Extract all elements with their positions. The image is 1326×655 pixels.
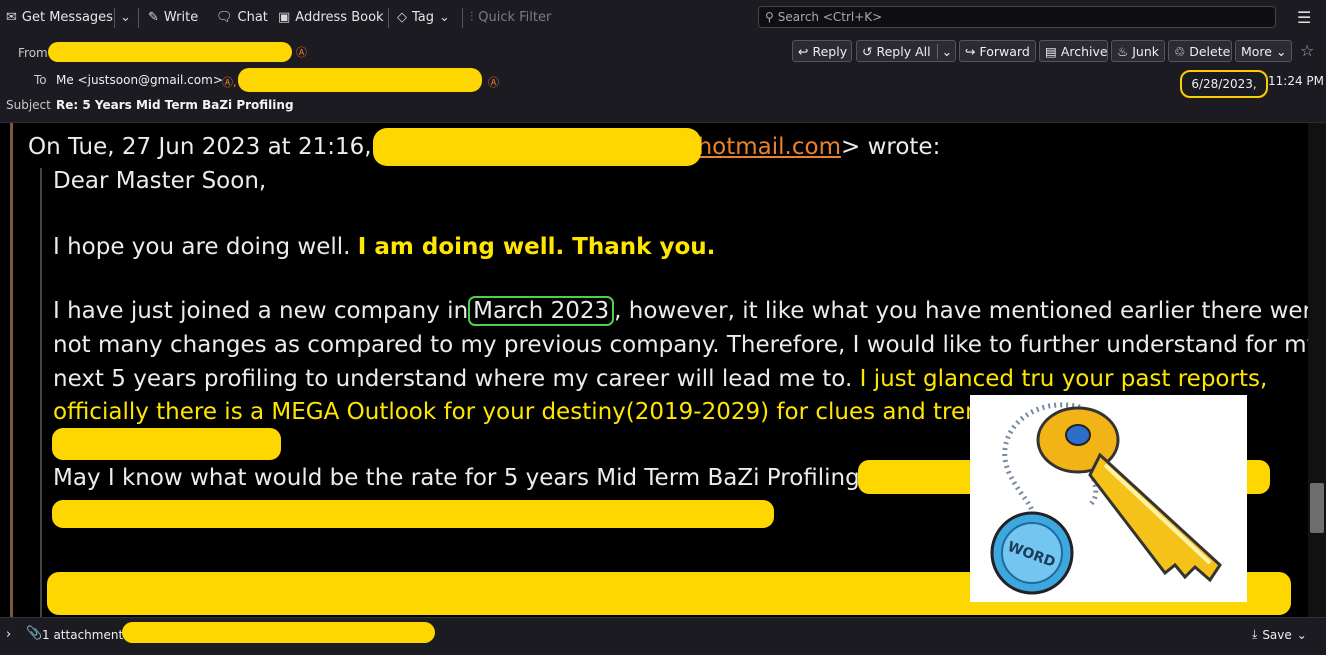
redacted-attachment-name bbox=[122, 622, 435, 643]
save-attachment-button[interactable]: ⤓ Save ⌄ bbox=[1252, 627, 1307, 642]
vertical-scrollbar[interactable] bbox=[1308, 123, 1326, 617]
junk-button[interactable]: ♨ Junk bbox=[1111, 40, 1165, 62]
paperclip-icon: 📎 bbox=[26, 626, 43, 641]
write-button[interactable]: ✎ Write bbox=[148, 10, 198, 25]
chat-button[interactable]: 🗨 Chat bbox=[216, 10, 268, 25]
forward-icon: ↪ bbox=[965, 43, 976, 59]
quick-filter-button[interactable]: ⫶ Quick Filter bbox=[470, 10, 551, 25]
attachment-label[interactable]: 1 attachment: bbox=[42, 628, 127, 642]
email-link[interactable]: hotmail.com bbox=[698, 134, 841, 160]
main-toolbar: ✉ Get Messages ⌄ ✎ Write 🗨 Chat ▣ Addres… bbox=[0, 0, 1326, 39]
chat-bubble-icon: 🗨 bbox=[216, 10, 233, 25]
search-input[interactable]: ⚲ Search <Ctrl+K> bbox=[758, 6, 1276, 28]
get-messages-dropdown[interactable]: ⌄ bbox=[120, 10, 131, 25]
inbox-download-icon: ✉ bbox=[6, 10, 17, 25]
redacted-text bbox=[52, 500, 774, 528]
more-button[interactable]: More ⌄ bbox=[1235, 40, 1292, 62]
tag-icon: ◇ bbox=[397, 10, 407, 25]
star-icon[interactable]: ☆ bbox=[1300, 41, 1314, 60]
menu-icon[interactable]: ☰ bbox=[1297, 8, 1311, 27]
address-book-button[interactable]: ▣ Address Book bbox=[278, 10, 384, 25]
from-label: From bbox=[18, 46, 48, 60]
reply-button[interactable]: ↩ Reply bbox=[792, 40, 852, 62]
question-line: May I know what would be the rate for 5 … bbox=[53, 465, 872, 491]
quote-bar bbox=[10, 123, 13, 617]
reply-text: I just glanced tru your past reports, bbox=[859, 366, 1268, 392]
paragraph-line: next 5 years profiling to understand whe… bbox=[53, 366, 1268, 392]
chevron-down-icon: ⌄ bbox=[439, 10, 450, 25]
reply-text: I am doing well. Thank you. bbox=[357, 234, 716, 260]
paragraph: I hope you are doing well. I am doing we… bbox=[53, 234, 716, 260]
search-icon: ⚲ bbox=[765, 10, 774, 24]
scrollbar-thumb[interactable] bbox=[1310, 483, 1324, 533]
chevron-down-icon: ⌄ bbox=[1276, 43, 1287, 59]
pencil-icon: ✎ bbox=[148, 10, 159, 25]
subject-label: Subject bbox=[6, 98, 51, 112]
to-recipient[interactable]: Me <justsoon@gmail.com> bbox=[56, 73, 223, 87]
delete-button[interactable]: ♲ Delete bbox=[1168, 40, 1232, 62]
redacted-email bbox=[373, 128, 701, 166]
tag-button[interactable]: ◇ Tag ⌄ bbox=[397, 10, 450, 25]
reply-icon: ↩ bbox=[798, 43, 809, 59]
redacted-text bbox=[52, 428, 281, 460]
toolbar-divider bbox=[462, 8, 463, 28]
redacted-sender bbox=[48, 42, 292, 62]
address-book-icon: ▣ bbox=[278, 10, 291, 25]
greeting: Dear Master Soon, bbox=[53, 168, 267, 194]
reply-text: officially there is a MEGA Outlook for y… bbox=[53, 399, 1002, 425]
archive-icon: ▤ bbox=[1045, 43, 1057, 59]
chevron-down-icon[interactable]: ⌄ bbox=[936, 43, 952, 59]
flame-icon: ♨ bbox=[1117, 43, 1129, 59]
toolbar-divider bbox=[388, 8, 389, 28]
key-clipart-image: WORD bbox=[970, 395, 1247, 602]
contact-icon[interactable]: Ⓐ bbox=[488, 74, 499, 90]
reply-all-icon: ↺ bbox=[862, 43, 873, 59]
quote-bar bbox=[40, 168, 42, 617]
key-with-tag-icon: WORD bbox=[990, 402, 1222, 595]
trash-icon: ♲ bbox=[1174, 43, 1186, 59]
get-messages-button[interactable]: ✉ Get Messages bbox=[6, 10, 113, 25]
archive-button[interactable]: ▤ Archive bbox=[1039, 40, 1108, 62]
expand-chevron-icon[interactable]: › bbox=[6, 627, 11, 642]
attachment-bar: › 📎 1 attachment: ⤓ Save ⌄ bbox=[0, 617, 1326, 655]
to-label: To bbox=[34, 73, 47, 87]
download-icon: ⤓ bbox=[1252, 627, 1258, 641]
chevron-down-icon: ⌄ bbox=[1296, 627, 1307, 642]
filter-icon: ⫶ bbox=[470, 10, 474, 25]
message-header: From Ⓐ To Me <justsoon@gmail.com> Ⓐ, Ⓐ S… bbox=[0, 38, 1326, 123]
highlighted-date: March 2023 bbox=[468, 296, 615, 326]
paragraph-line: not many changes as compared to my previ… bbox=[53, 332, 1308, 358]
redacted-recipient bbox=[238, 68, 482, 92]
message-date: 6/28/2023, bbox=[1180, 70, 1268, 98]
message-body: On Tue, 27 Jun 2023 at 21:16, hotmail.com… bbox=[0, 123, 1308, 617]
paragraph: I have just joined a new company in March… bbox=[53, 296, 1308, 326]
forward-button[interactable]: ↪ Forward bbox=[959, 40, 1036, 62]
contact-icon[interactable]: Ⓐ bbox=[296, 44, 307, 60]
toolbar-divider bbox=[138, 8, 139, 28]
contact-icon[interactable]: Ⓐ, bbox=[222, 74, 237, 90]
reply-all-button[interactable]: ↺ Reply All ⌄ bbox=[856, 40, 956, 62]
message-time: 11:24 PM bbox=[1268, 74, 1324, 88]
chevron-down-icon: ⌄ bbox=[120, 10, 131, 25]
subject-text: Re: 5 Years Mid Term BaZi Profiling bbox=[56, 98, 294, 112]
toolbar-divider bbox=[114, 8, 115, 28]
